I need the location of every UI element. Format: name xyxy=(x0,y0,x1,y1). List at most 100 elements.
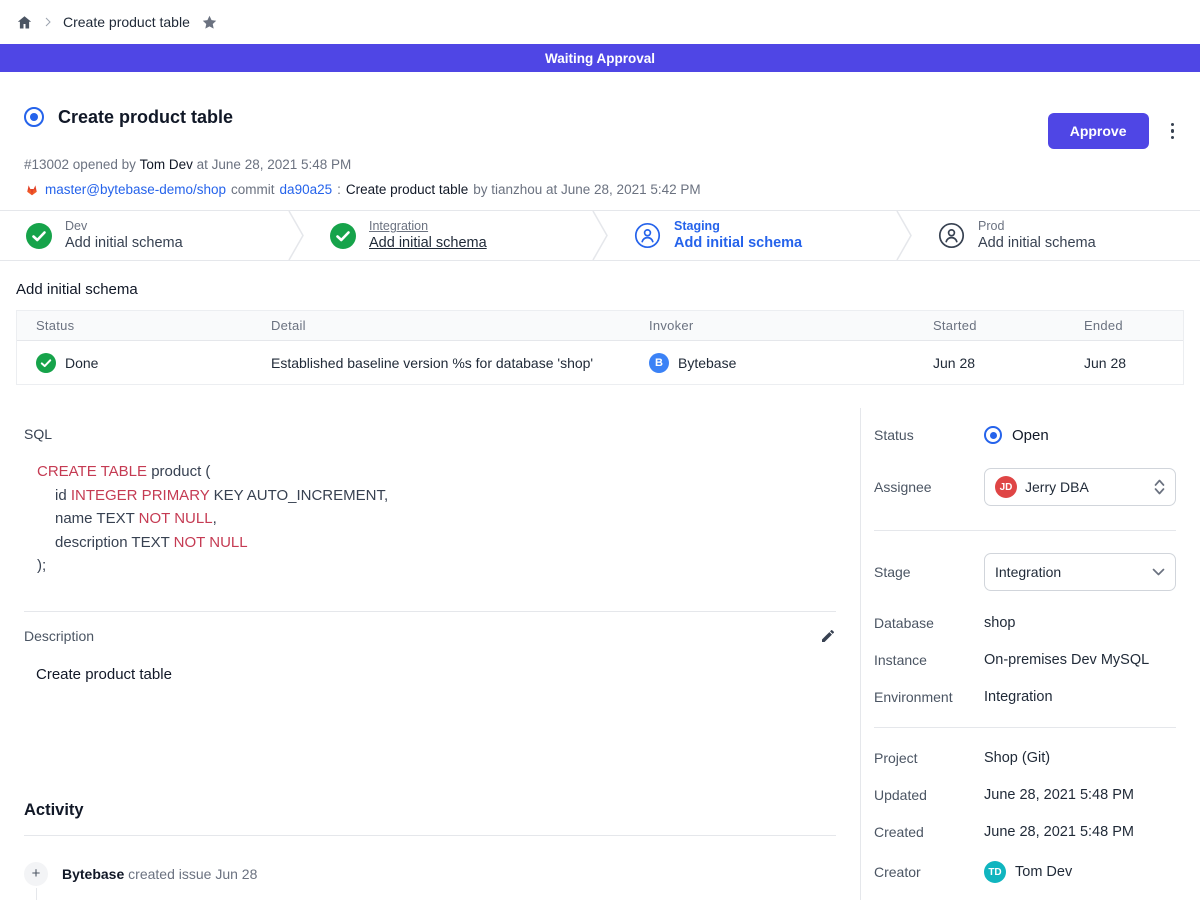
issue-id-text: #13002 opened by xyxy=(24,157,136,172)
commit-message: Create product table xyxy=(346,182,468,197)
home-icon[interactable] xyxy=(16,14,33,31)
creator-value: TD Tom Dev xyxy=(984,861,1072,883)
column-started: Started xyxy=(914,311,1065,340)
sql-code: CREATE TABLE product (id INTEGER PRIMARY… xyxy=(37,460,836,578)
environment-value: Integration xyxy=(984,689,1053,705)
more-actions-icon[interactable] xyxy=(1169,121,1177,142)
stage-separator xyxy=(592,211,608,260)
created-label: Created xyxy=(874,824,984,840)
task-invoker: Bytebase xyxy=(678,355,736,371)
assignee-label: Assignee xyxy=(874,479,984,495)
branch-repo-link[interactable]: master@bytebase-demo/shop xyxy=(45,182,226,197)
activity-action: created issue Jun 28 xyxy=(128,866,257,882)
page-title: Create product table xyxy=(58,107,233,128)
instance-label: Instance xyxy=(874,652,984,668)
breadcrumb: Create product table xyxy=(0,0,1200,44)
task-started: Jun 28 xyxy=(933,355,975,371)
done-check-icon xyxy=(36,353,56,373)
activity-item: + Bytebase created issue Jun 28 xyxy=(24,862,836,886)
done-check-icon xyxy=(330,223,356,249)
stage-integration[interactable]: Integration Add initial schema xyxy=(304,211,592,260)
commit-hash-link[interactable]: da90a25 xyxy=(280,182,333,197)
table-row[interactable]: Done Established baseline version %s for… xyxy=(17,341,1183,384)
sql-section-label: SQL xyxy=(24,426,836,442)
description-content: Create product table xyxy=(36,666,836,683)
edit-pencil-icon[interactable] xyxy=(820,628,836,644)
task-section-heading: Add initial schema xyxy=(16,281,1200,298)
database-label: Database xyxy=(874,615,984,631)
stage-value: Integration xyxy=(995,564,1061,580)
commit-word: commit xyxy=(231,182,275,197)
star-icon[interactable] xyxy=(201,14,218,31)
project-label: Project xyxy=(874,750,984,766)
open-status-icon xyxy=(984,426,1002,444)
chevron-down-icon xyxy=(1152,568,1165,576)
invoker-avatar: B xyxy=(649,353,669,373)
activity-actor: Bytebase xyxy=(62,866,124,882)
stage-task-label: Add initial schema xyxy=(369,234,487,253)
pipeline-stage-bar: Dev Add initial schema Integration Add i… xyxy=(0,210,1200,261)
issue-open-time: at June 28, 2021 5:48 PM xyxy=(197,157,352,172)
commit-info: master@bytebase-demo/shop commit da90a25… xyxy=(24,181,1176,197)
status-label: Status xyxy=(874,427,984,443)
stage-task-label: Add initial schema xyxy=(674,234,802,253)
timeline-line xyxy=(36,888,37,900)
divider xyxy=(874,727,1176,728)
breadcrumb-page-title[interactable]: Create product table xyxy=(63,14,190,30)
plus-icon: + xyxy=(24,862,48,886)
task-table: Status Detail Invoker Started Ended Done… xyxy=(16,310,1184,385)
issue-meta: #13002 opened by Tom Dev at June 28, 202… xyxy=(24,157,1176,172)
assignee-value: Jerry DBA xyxy=(1025,479,1089,495)
stage-separator xyxy=(896,211,912,260)
environment-label: Environment xyxy=(874,689,984,705)
updated-value: June 28, 2021 5:48 PM xyxy=(984,787,1134,803)
status-value: Open xyxy=(984,426,1049,444)
approval-status-banner: Waiting Approval xyxy=(0,44,1200,72)
divider xyxy=(874,530,1176,531)
task-table-header: Status Detail Invoker Started Ended xyxy=(17,311,1183,341)
pending-person-icon xyxy=(938,222,965,249)
task-status: Done xyxy=(65,355,98,371)
stage-separator xyxy=(288,211,304,260)
stage-task-label: Add initial schema xyxy=(978,234,1096,253)
column-invoker: Invoker xyxy=(630,311,914,340)
issue-author: Tom Dev xyxy=(140,157,193,172)
approve-button[interactable]: Approve xyxy=(1048,113,1149,149)
divider xyxy=(24,835,836,836)
task-ended: Jun 28 xyxy=(1084,355,1126,371)
column-status: Status xyxy=(17,311,252,340)
creator-label: Creator xyxy=(874,864,984,880)
stage-select[interactable]: Integration xyxy=(984,553,1176,591)
pending-approval-person-icon xyxy=(634,222,661,249)
colon: : xyxy=(337,182,341,197)
assignee-select[interactable]: JD Jerry DBA xyxy=(984,468,1176,506)
stage-task-label: Add initial schema xyxy=(65,234,183,253)
stage-label: Stage xyxy=(874,564,984,580)
status-text: Open xyxy=(1012,427,1049,444)
activity-heading: Activity xyxy=(24,801,836,820)
chevron-right-icon xyxy=(42,16,54,28)
divider xyxy=(24,611,836,612)
stage-env-label: Dev xyxy=(65,218,183,234)
issue-sidebar: Status Open Assignee JD Jerry DBA Stage … xyxy=(860,408,1200,900)
instance-value: On-premises Dev MySQL xyxy=(984,652,1149,668)
updown-chevron-icon xyxy=(1154,479,1165,495)
creator-name: Tom Dev xyxy=(1015,864,1072,880)
gitlab-icon xyxy=(24,181,40,197)
stage-dev[interactable]: Dev Add initial schema xyxy=(0,211,288,260)
project-value: Shop (Git) xyxy=(984,750,1050,766)
updated-label: Updated xyxy=(874,787,984,803)
stage-env-label: Integration xyxy=(369,218,487,234)
column-ended: Ended xyxy=(1065,311,1183,340)
issue-open-status-icon xyxy=(24,107,44,127)
description-label: Description xyxy=(24,628,94,644)
stage-prod[interactable]: Prod Add initial schema xyxy=(912,211,1200,260)
main-panel: SQL CREATE TABLE product (id INTEGER PRI… xyxy=(0,408,860,900)
stage-staging[interactable]: Staging Add initial schema xyxy=(608,211,896,260)
column-detail: Detail xyxy=(252,311,630,340)
assignee-avatar: JD xyxy=(995,476,1017,498)
created-value: June 28, 2021 5:48 PM xyxy=(984,824,1134,840)
database-value: shop xyxy=(984,615,1015,631)
creator-avatar: TD xyxy=(984,861,1006,883)
issue-header: Create product table Approve #13002 open… xyxy=(0,72,1200,210)
